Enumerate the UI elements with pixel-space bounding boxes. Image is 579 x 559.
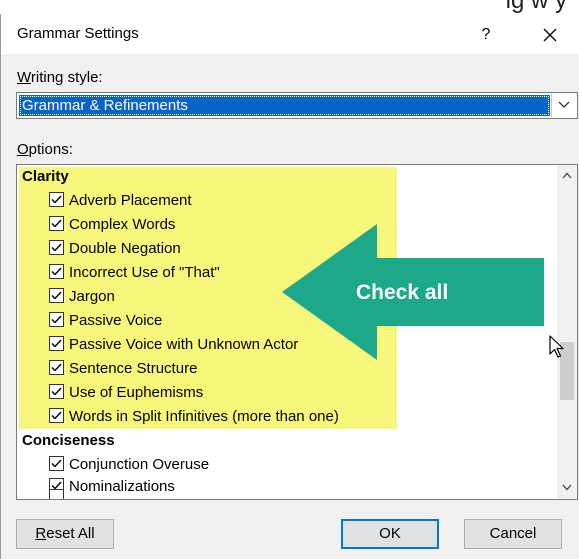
- scroll-down-button[interactable]: [557, 477, 577, 499]
- help-button[interactable]: ?: [473, 22, 499, 48]
- background-page-fragment: ig w y: [0, 0, 579, 14]
- option-label: Adverb Placement: [69, 192, 192, 209]
- writing-style-select[interactable]: Grammar & Refinements: [16, 92, 578, 119]
- title-bar: Grammar Settings ?: [1, 14, 579, 54]
- checkbox[interactable]: [49, 192, 64, 208]
- option-label: Nominalizations: [69, 478, 175, 495]
- checkbox: [49, 489, 64, 499]
- check-icon: [51, 291, 62, 300]
- background-text: ig w y: [505, 0, 567, 14]
- checkbox[interactable]: [49, 360, 64, 376]
- checkbox[interactable]: [49, 264, 64, 280]
- check-icon: [51, 315, 62, 324]
- check-icon: [51, 219, 62, 228]
- checkbox[interactable]: [49, 288, 64, 304]
- chevron-down-icon: [562, 484, 572, 491]
- cancel-button[interactable]: Cancel: [464, 519, 562, 549]
- check-icon: [51, 459, 62, 468]
- option-words-in-split-infinitives[interactable]: Words in Split Infinitives (more than on…: [49, 405, 339, 429]
- check-icon: [51, 387, 62, 396]
- check-icon: [51, 339, 62, 348]
- option-passive-voice-unknown-actor[interactable]: Passive Voice with Unknown Actor: [49, 333, 298, 357]
- option-conjunction-overuse[interactable]: Conjunction Overuse: [49, 453, 209, 477]
- close-button[interactable]: [535, 20, 565, 50]
- check-icon: [51, 267, 62, 276]
- option-label: Passive Voice with Unknown Actor: [69, 336, 299, 353]
- option-label: Jargon: [69, 288, 115, 305]
- checkbox[interactable]: [49, 336, 64, 352]
- check-icon: [51, 363, 62, 372]
- vertical-scrollbar[interactable]: [557, 165, 577, 499]
- dropdown-button[interactable]: [551, 94, 576, 117]
- callout-text: Check all: [356, 281, 449, 304]
- reset-all-button[interactable]: Reset All: [16, 519, 114, 549]
- option-label: Conjunction Overuse: [69, 456, 210, 473]
- option-adverb-placement[interactable]: Adverb Placement: [49, 189, 192, 213]
- checkbox[interactable]: [49, 408, 64, 424]
- option-label: Use of Euphemisms: [69, 384, 204, 401]
- checkbox[interactable]: [49, 312, 64, 328]
- option-label: Complex Words: [69, 216, 176, 233]
- dialog-title: Grammar Settings: [17, 25, 139, 42]
- option-label: Double Negation: [69, 240, 181, 257]
- mouse-pointer-icon: [549, 335, 564, 358]
- option-sentence-structure[interactable]: Sentence Structure: [49, 357, 197, 381]
- option-incorrect-use-of-that[interactable]: Incorrect Use of "That": [49, 261, 220, 285]
- checkbox[interactable]: [49, 216, 64, 232]
- partial-list-item: [49, 489, 66, 499]
- checkbox[interactable]: [49, 384, 64, 400]
- writing-style-value: Grammar & Refinements: [19, 95, 550, 116]
- close-icon: [543, 28, 557, 42]
- check-icon: [51, 411, 62, 420]
- group-header-conciseness: Conciseness: [22, 432, 115, 449]
- check-icon: [51, 195, 62, 204]
- checkbox[interactable]: [49, 456, 64, 472]
- group-header-clarity: Clarity: [22, 168, 69, 185]
- option-label: Incorrect Use of "That": [69, 264, 220, 281]
- chevron-down-icon: [558, 101, 570, 108]
- option-complex-words[interactable]: Complex Words: [49, 213, 175, 237]
- option-use-of-euphemisms[interactable]: Use of Euphemisms: [49, 381, 203, 405]
- scroll-up-button[interactable]: [557, 165, 577, 187]
- option-label: Sentence Structure: [69, 360, 198, 377]
- chevron-up-icon: [562, 172, 572, 179]
- writing-style-label: Writing style:: [17, 69, 103, 86]
- option-label: Words in Split Infinitives (more than on…: [69, 408, 339, 425]
- check-icon: [51, 243, 62, 252]
- checkbox[interactable]: [49, 240, 64, 256]
- ok-button[interactable]: OK: [341, 519, 439, 549]
- option-label: Passive Voice: [69, 312, 163, 329]
- option-double-negation[interactable]: Double Negation: [49, 237, 181, 261]
- option-nominalizations[interactable]: Nominalizations: [49, 475, 175, 499]
- options-label: Options:: [17, 141, 73, 158]
- option-jargon[interactable]: Jargon: [49, 285, 115, 309]
- option-passive-voice[interactable]: Passive Voice: [49, 309, 162, 333]
